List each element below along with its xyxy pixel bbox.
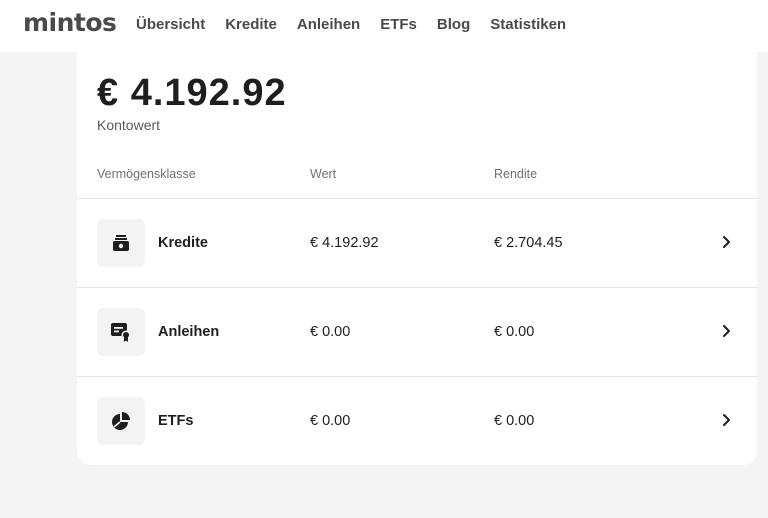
column-header-value: Wert	[310, 167, 337, 181]
account-balance: € 4.192.92	[97, 72, 287, 114]
asset-row-anleihen[interactable]: Anleihen € 0.00 € 0.00	[77, 287, 757, 376]
chevron-right-icon[interactable]	[717, 233, 735, 251]
etf-pie-icon	[97, 397, 145, 445]
nav-item-kredite[interactable]: Kredite	[225, 16, 277, 33]
asset-value: € 0.00	[310, 413, 351, 429]
account-balance-label: Kontowert	[97, 117, 161, 133]
asset-name: ETFs	[158, 413, 194, 429]
asset-return: € 0.00	[494, 413, 535, 429]
nav-item-uebersicht[interactable]: Übersicht	[136, 16, 205, 33]
nav-item-blog[interactable]: Blog	[437, 16, 470, 33]
chevron-right-icon[interactable]	[717, 322, 735, 340]
nav-item-statistiken[interactable]: Statistiken	[490, 16, 566, 33]
loan-wallet-icon	[97, 219, 145, 267]
asset-name: Kredite	[158, 235, 208, 251]
asset-value: € 4.192.92	[310, 235, 379, 251]
asset-row-kredite[interactable]: Kredite € 4.192.92 € 2.704.45	[77, 198, 757, 287]
nav-item-etfs[interactable]: ETFs	[380, 16, 417, 33]
asset-name: Anleihen	[158, 324, 220, 340]
top-navigation-bar: mintos Übersicht Kredite Anleihen ETFs B…	[0, 0, 768, 52]
asset-return: € 0.00	[494, 324, 535, 340]
column-header-return: Rendite	[494, 167, 538, 181]
mintos-logo[interactable]: mintos	[23, 8, 117, 37]
asset-row-etfs[interactable]: ETFs € 0.00 € 0.00	[77, 376, 757, 465]
bond-certificate-icon	[97, 308, 145, 356]
nav-item-anleihen[interactable]: Anleihen	[297, 16, 360, 33]
chevron-right-icon[interactable]	[717, 411, 735, 429]
asset-value: € 0.00	[310, 324, 351, 340]
column-header-asset-class: Vermögensklasse	[97, 167, 196, 181]
asset-return: € 2.704.45	[494, 235, 563, 251]
main-nav: Übersicht Kredite Anleihen ETFs Blog Sta…	[136, 16, 566, 33]
account-value-card: € 4.192.92 Kontowert Vermögensklasse Wer…	[77, 52, 757, 465]
